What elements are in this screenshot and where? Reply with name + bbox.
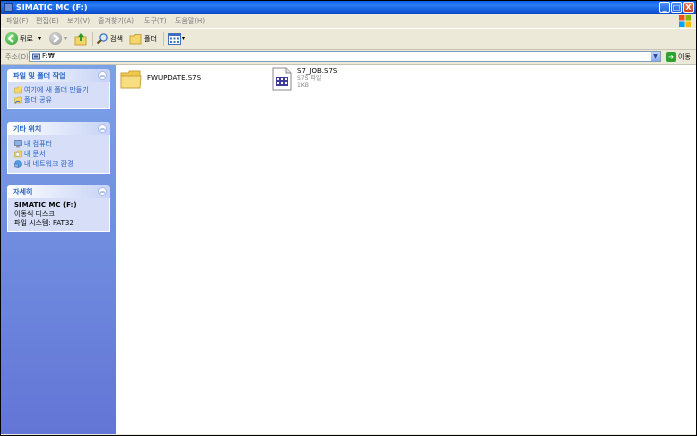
place-label: 내 문서	[24, 150, 46, 158]
place-my-computer[interactable]: 내 컴퓨터	[8, 139, 109, 149]
file-list-view[interactable]: FWUPDATE.S7S S7_JOB.S7S S7S 파일 1KB	[116, 65, 696, 434]
menu-favorites[interactable]: 즐겨찾기(A)	[98, 16, 134, 26]
collapse-icon[interactable]: ︽	[98, 71, 107, 80]
s7s-file-icon	[272, 67, 292, 91]
task-label: 여기에 새 폴더 만들기	[24, 86, 89, 94]
address-input[interactable]: F:₩ ▼	[29, 51, 661, 62]
drive-icon	[32, 53, 40, 60]
file-size: 1KB	[297, 82, 309, 89]
task-share-folder[interactable]: 폴더 공유	[8, 95, 109, 105]
toolbar-separator	[163, 32, 164, 46]
views-dropdown-icon[interactable]: ▾	[182, 34, 185, 44]
panel-body: SIMATIC MC (F:) 이동식 디스크 파일 시스템: FAT32	[7, 198, 110, 232]
my-computer-icon	[14, 140, 22, 148]
address-dropdown-icon[interactable]: ▼	[651, 52, 660, 61]
go-arrow-icon[interactable]: ➔	[666, 52, 676, 62]
place-my-documents[interactable]: 내 문서	[8, 149, 109, 159]
menu-file[interactable]: 파일(F)	[6, 16, 28, 26]
panel-header[interactable]: 기타 위치 ︽	[7, 122, 110, 135]
file-item[interactable]: FWUPDATE.S7S	[118, 67, 258, 95]
my-documents-icon	[14, 150, 22, 158]
panel-body: 내 컴퓨터 내 문서 내 네트워크 환경	[7, 135, 110, 174]
place-label: 내 네트워크 환경	[24, 160, 74, 168]
menu-view[interactable]: 보기(V)	[67, 16, 90, 26]
menu-help[interactable]: 도움말(H)	[175, 16, 205, 26]
address-bar: 주소(D) F:₩ ▼ ➔ 이동	[1, 50, 696, 65]
address-value: F:₩	[42, 52, 55, 60]
minimize-button[interactable]: _	[659, 2, 670, 13]
title-bar[interactable]: SIMATIC MC (F:) _ □ X	[1, 1, 696, 14]
back-button[interactable]: 뒤로	[20, 34, 33, 44]
details-panel: 자세히 ︽ SIMATIC MC (F:) 이동식 디스크 파일 시스템: FA…	[7, 185, 110, 232]
task-new-folder[interactable]: 여기에 새 폴더 만들기	[8, 85, 109, 95]
close-button[interactable]: X	[683, 2, 694, 13]
go-button[interactable]: 이동	[678, 52, 691, 62]
file-folder-tasks-panel: 파일 및 폴더 작업 ︽ 여기에 새 폴더 만들기 폴더 공유	[7, 69, 110, 109]
forward-dropdown-icon[interactable]: ▾	[64, 34, 67, 44]
network-places-icon	[14, 160, 22, 168]
panel-title: 기타 위치	[13, 125, 42, 133]
file-item[interactable]: S7_JOB.S7S S7S 파일 1KB	[270, 65, 390, 95]
new-folder-icon	[14, 86, 22, 94]
collapse-icon[interactable]: ︽	[98, 124, 107, 133]
panel-header[interactable]: 파일 및 폴더 작업 ︽	[7, 69, 110, 82]
windows-logo-icon	[679, 15, 691, 27]
back-dropdown-icon[interactable]: ▾	[38, 34, 41, 44]
back-arrow-icon[interactable]	[5, 32, 18, 45]
folder-icon	[120, 70, 142, 89]
search-icon[interactable]	[96, 32, 109, 45]
window-title: SIMATIC MC (F:)	[16, 3, 88, 12]
place-label: 내 컴퓨터	[24, 140, 52, 148]
explorer-window: SIMATIC MC (F:) _ □ X 파일(F) 편집(E) 보기(V) …	[1, 1, 696, 435]
folders-button[interactable]: 폴더	[144, 34, 157, 44]
collapse-icon[interactable]: ︽	[98, 187, 107, 196]
panel-header[interactable]: 자세히 ︽	[7, 185, 110, 198]
menu-bar: 파일(F) 편집(E) 보기(V) 즐겨찾기(A) 도구(T) 도움말(H)	[1, 14, 696, 29]
maximize-button[interactable]: □	[671, 2, 682, 13]
drive-icon	[4, 3, 13, 12]
address-label: 주소(D)	[5, 53, 29, 61]
task-label: 폴더 공유	[24, 96, 52, 104]
folders-icon[interactable]	[129, 33, 142, 45]
up-folder-icon[interactable]	[74, 32, 88, 46]
task-pane: 파일 및 폴더 작업 ︽ 여기에 새 폴더 만들기 폴더 공유 기타 위치 ︽ …	[1, 65, 116, 434]
search-button[interactable]: 검색	[110, 34, 123, 44]
file-name: FWUPDATE.S7S	[147, 74, 202, 82]
details-filesystem: 파일 시스템: FAT32	[14, 219, 74, 227]
panel-title: 파일 및 폴더 작업	[13, 72, 66, 80]
details-type: 이동식 디스크	[14, 210, 55, 218]
panel-body: 여기에 새 폴더 만들기 폴더 공유	[7, 82, 110, 109]
views-icon[interactable]	[168, 33, 181, 45]
panel-title: 자세히	[13, 188, 33, 196]
toolbar-separator	[92, 32, 93, 46]
place-network[interactable]: 내 네트워크 환경	[8, 159, 109, 169]
toolbar: 뒤로 ▾ ▾ 검색 폴더 ▾	[1, 29, 696, 50]
other-places-panel: 기타 위치 ︽ 내 컴퓨터 내 문서 내 네트워크 환경	[7, 122, 110, 174]
share-folder-icon	[14, 96, 22, 104]
forward-arrow-icon[interactable]	[49, 32, 62, 45]
details-name: SIMATIC MC (F:)	[14, 201, 77, 209]
menu-tools[interactable]: 도구(T)	[144, 16, 167, 26]
menu-edit[interactable]: 편집(E)	[36, 16, 59, 26]
